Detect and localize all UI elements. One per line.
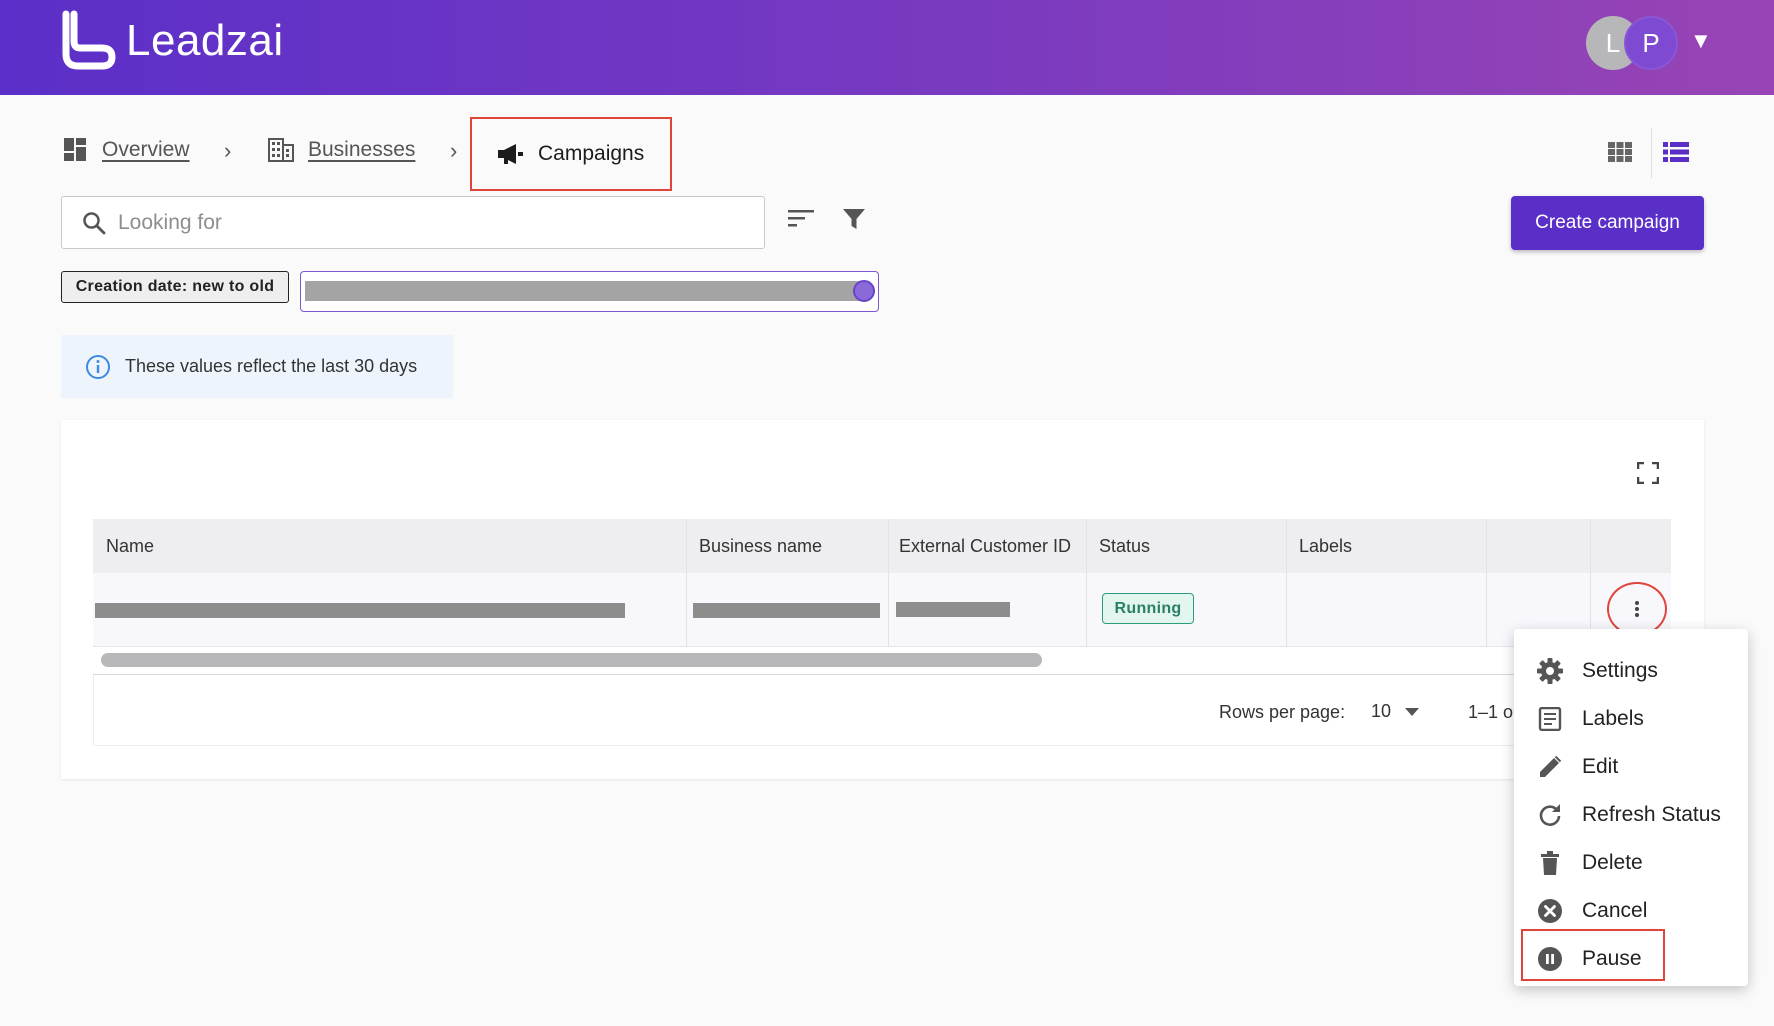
pagination-range: 1–1 o	[1468, 702, 1514, 722]
create-campaign-button[interactable]: Create campaign	[1511, 196, 1704, 250]
breadcrumb-label[interactable]: Overview	[102, 138, 190, 162]
status-badge: Running	[1102, 593, 1194, 624]
menu-item-edit[interactable]: Edit	[1514, 745, 1748, 789]
column-divider	[1086, 519, 1087, 647]
search-input[interactable]	[118, 210, 718, 235]
info-banner: These values reflect the last 30 days	[61, 335, 453, 398]
filter-button[interactable]	[843, 208, 865, 235]
column-divider	[1590, 519, 1591, 647]
cancel-icon	[1536, 897, 1564, 925]
labels-icon	[1536, 705, 1564, 733]
app-header: Leadzai L P ▼	[0, 0, 1774, 95]
column-header-status[interactable]: Status	[1086, 519, 1286, 573]
highlight-box	[1521, 929, 1665, 981]
redacted-external-customer-id	[896, 602, 1010, 617]
fullscreen-button[interactable]	[1636, 461, 1660, 489]
menu-item-label: Refresh Status	[1582, 803, 1721, 826]
app-name: Leadzai	[126, 16, 284, 65]
trash-icon	[1536, 849, 1564, 877]
table-row[interactable]	[93, 573, 1671, 647]
table-pagination	[93, 675, 1671, 746]
menu-item-refresh-status[interactable]: Refresh Status	[1514, 793, 1748, 837]
rows-per-page-select[interactable]: 10	[1371, 701, 1420, 722]
search-box[interactable]	[61, 196, 765, 249]
redacted-name	[95, 603, 625, 618]
sort-icon	[788, 210, 814, 227]
dashboard-icon	[64, 138, 86, 161]
rows-per-page-label: Rows per page:	[1219, 702, 1346, 722]
column-header-labels[interactable]: Labels	[1286, 519, 1486, 573]
megaphone-icon	[498, 144, 523, 164]
refresh-icon	[1536, 801, 1564, 829]
user-menu[interactable]: L P ▼	[1586, 16, 1726, 70]
pencil-icon	[1536, 753, 1564, 781]
info-text: These values reflect the last 30 days	[125, 356, 418, 376]
sort-button[interactable]	[788, 208, 814, 233]
filter-icon	[843, 209, 865, 229]
row-actions-button[interactable]	[1607, 582, 1667, 636]
breadcrumb-label: Campaigns	[538, 142, 645, 165]
menu-item-label: Labels	[1582, 707, 1644, 730]
gear-icon	[1536, 657, 1564, 685]
list-view-button[interactable]	[1663, 142, 1689, 167]
menu-item-labels[interactable]: Labels	[1514, 697, 1748, 741]
avatar[interactable]: P	[1624, 16, 1678, 70]
menu-item-settings[interactable]: Settings	[1514, 649, 1748, 693]
chip-remove-icon[interactable]	[853, 280, 875, 302]
redacted-business-name	[693, 603, 880, 618]
breadcrumb-item-overview[interactable]: Overview	[64, 138, 190, 162]
search-icon	[83, 211, 106, 234]
grid-view-icon	[1608, 142, 1632, 162]
column-header-business-name[interactable]: Business name	[686, 519, 886, 573]
building-icon	[268, 138, 294, 162]
breadcrumb-separator: ›	[224, 138, 232, 163]
table-header: Name Business name External Customer ID …	[93, 519, 1671, 573]
grid-view-button[interactable]	[1608, 142, 1632, 167]
more-vertical-icon	[1635, 601, 1639, 617]
filter-chip[interactable]	[300, 271, 879, 312]
column-header-external-customer-id[interactable]: External Customer ID	[886, 519, 1086, 573]
list-view-icon	[1663, 142, 1689, 162]
rows-per-page-value: 10	[1371, 701, 1392, 721]
column-divider	[888, 519, 889, 647]
breadcrumb-item-businesses[interactable]: Businesses	[268, 138, 415, 162]
menu-item-label: Settings	[1582, 659, 1658, 682]
column-divider	[686, 519, 687, 647]
caret-down-icon	[1405, 707, 1420, 716]
menu-item-label: Delete	[1582, 851, 1643, 874]
breadcrumb-label[interactable]: Businesses	[308, 138, 415, 162]
leadzai-logo-icon	[62, 10, 116, 70]
info-icon	[86, 354, 110, 379]
view-toggle-divider	[1651, 128, 1652, 178]
menu-item-delete[interactable]: Delete	[1514, 841, 1748, 885]
menu-item-cancel[interactable]: Cancel	[1514, 889, 1748, 933]
chevron-down-icon[interactable]: ▼	[1690, 28, 1712, 54]
horizontal-scrollbar[interactable]	[101, 653, 1042, 667]
menu-item-label: Edit	[1582, 755, 1619, 778]
fullscreen-icon	[1636, 461, 1660, 485]
leadzai-logo[interactable]: Leadzai	[58, 10, 284, 72]
redacted-text	[305, 281, 867, 301]
column-divider	[1486, 519, 1487, 647]
column-header-name[interactable]: Name	[93, 519, 686, 573]
sort-chip[interactable]: Creation date: new to old	[61, 271, 289, 303]
breadcrumb-separator: ›	[450, 138, 458, 163]
menu-item-label: Cancel	[1582, 899, 1648, 922]
breadcrumb-item-campaigns[interactable]: Campaigns	[470, 117, 672, 191]
column-divider	[1286, 519, 1287, 647]
